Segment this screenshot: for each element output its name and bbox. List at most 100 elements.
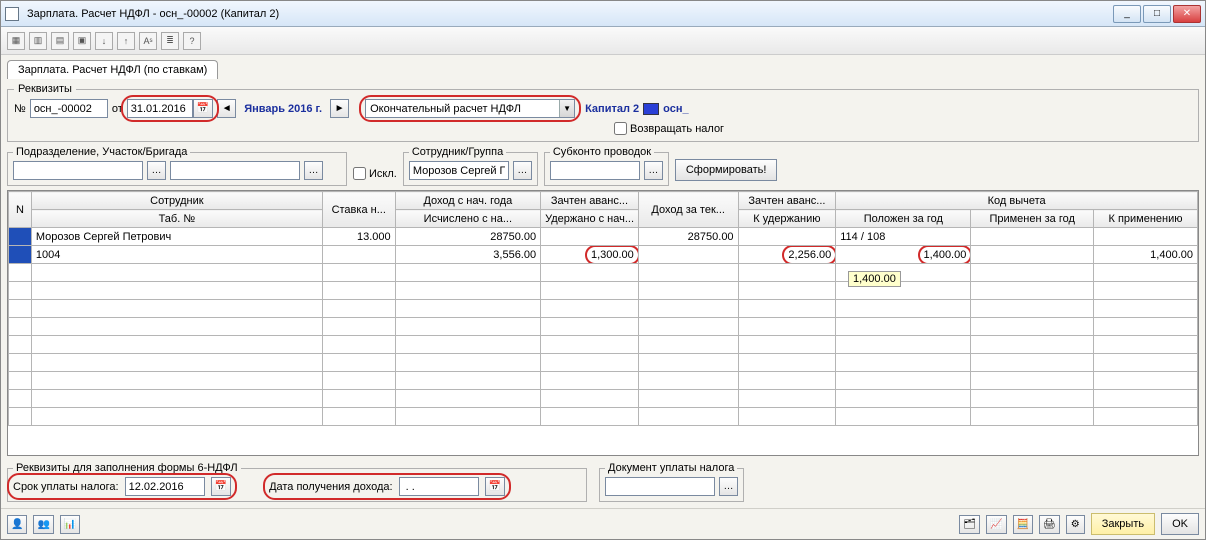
col-dohod-tek[interactable]: Доход за тек... <box>638 192 738 228</box>
subkonto-input[interactable] <box>550 161 640 180</box>
table-row[interactable] <box>9 390 1198 408</box>
period-prev-icon[interactable]: ◄ <box>217 99 236 118</box>
toolbar-btn-7[interactable]: Aˢ <box>139 32 157 50</box>
cell-kod[interactable]: 114 / 108 <box>836 228 971 246</box>
col-kprimeneniyu[interactable]: К применению <box>1094 210 1198 228</box>
table-row[interactable]: 1004 3,556.00 1,300.00 2,256.00 1,400.00… <box>9 246 1198 264</box>
sotrudnik-input[interactable] <box>409 161 509 180</box>
col-polozhen[interactable]: Положен за год <box>836 210 971 228</box>
row-select[interactable] <box>9 228 32 246</box>
iskl-check[interactable] <box>353 167 366 180</box>
table-row[interactable] <box>9 300 1198 318</box>
table-row[interactable] <box>9 372 1198 390</box>
cell-tabno[interactable]: 1004 <box>31 246 322 264</box>
close-button[interactable]: Закрыть <box>1091 513 1155 535</box>
table-row[interactable]: Морозов Сергей Петрович 13.000 28750.00 … <box>9 228 1198 246</box>
cell-polozhen[interactable]: 1,400.00 <box>836 246 971 264</box>
subkonto-legend: Субконто проводок <box>550 146 654 158</box>
bottom-icon-5[interactable]: 📈 <box>986 515 1006 534</box>
toolbar-btn-3[interactable]: ▤ <box>51 32 69 50</box>
cell-zachten2[interactable] <box>738 228 836 246</box>
doc-tax-input[interactable] <box>605 477 715 496</box>
table-row[interactable] <box>9 408 1198 426</box>
bottom-icon-6[interactable]: 🧮 <box>1013 515 1033 534</box>
table-row[interactable] <box>9 336 1198 354</box>
return-tax-check[interactable] <box>614 122 627 135</box>
sotrudnik-pick-icon[interactable]: … <box>513 161 532 180</box>
table-row[interactable] <box>9 264 1198 282</box>
floating-edit-cell[interactable]: 1,400.00 <box>848 271 901 287</box>
col-tabno[interactable]: Таб. № <box>31 210 322 228</box>
srok-input[interactable] <box>125 477 205 496</box>
maximize-button[interactable]: □ <box>1143 5 1171 23</box>
table-row[interactable] <box>9 354 1198 372</box>
cell-kprim[interactable] <box>1094 228 1198 246</box>
tab-main[interactable]: Зарплата. Расчет НДФЛ (по ставкам) <box>7 60 218 79</box>
bottom-icon-3[interactable]: 📊 <box>60 515 80 534</box>
col-dohod-god[interactable]: Доход с нач. года <box>395 192 541 210</box>
datapol-label: Дата получения дохода: <box>269 481 393 493</box>
cell-kuderzh[interactable]: 2,256.00 <box>738 246 836 264</box>
build-button[interactable]: Сформировать! <box>675 159 778 181</box>
cell-dohod-god[interactable]: 28750.00 <box>395 228 541 246</box>
col-zachten2[interactable]: Зачтен аванс... <box>738 192 836 210</box>
minimize-button[interactable]: _ <box>1113 5 1141 23</box>
col-primenen[interactable]: Применен за год <box>971 210 1094 228</box>
datapol-picker-icon[interactable]: 📅 <box>485 477 505 496</box>
srok-picker-icon[interactable]: 📅 <box>211 477 231 496</box>
bottom-icon-1[interactable]: 👤 <box>7 515 27 534</box>
col-uderzhano[interactable]: Удержано с нач... <box>541 210 639 228</box>
cell-zachten1[interactable] <box>541 228 639 246</box>
col-kod-vycheta[interactable]: Код вычета <box>836 192 1198 210</box>
cell-empty[interactable] <box>638 246 738 264</box>
col-stavka[interactable]: Ставка н... <box>322 192 395 228</box>
ok-button[interactable]: OK <box>1161 513 1199 535</box>
cell-stavka[interactable]: 13.000 <box>322 228 395 246</box>
uchastok-input[interactable] <box>170 161 300 180</box>
cell-kprimeneniyu[interactable]: 1,400.00 <box>1094 246 1198 264</box>
iskl-checkbox[interactable]: Искл. <box>353 167 397 180</box>
doc-tax-pick-icon[interactable]: … <box>719 477 738 496</box>
calc-type-combo[interactable]: ▼ <box>365 99 575 118</box>
col-kuderzh[interactable]: К удержанию <box>738 210 836 228</box>
table-row[interactable] <box>9 282 1198 300</box>
toolbar-btn-5[interactable]: ↓ <box>95 32 113 50</box>
close-window-button[interactable]: ✕ <box>1173 5 1201 23</box>
cell-uderzhano[interactable]: 1,300.00 <box>541 246 639 264</box>
date-input[interactable] <box>127 99 193 118</box>
toolbar-btn-2[interactable]: ▥ <box>29 32 47 50</box>
col-sotrudnik[interactable]: Сотрудник <box>31 192 322 210</box>
period-next-icon[interactable]: ► <box>330 99 349 118</box>
toolbar-btn-1[interactable]: ▦ <box>7 32 25 50</box>
cell-primenen[interactable] <box>971 228 1094 246</box>
date-picker-icon[interactable]: 📅 <box>193 99 213 118</box>
cell-ischisleno[interactable]: 3,556.00 <box>395 246 541 264</box>
cell-dohod-tek[interactable]: 28750.00 <box>638 228 738 246</box>
toolbar-btn-6[interactable]: ↑ <box>117 32 135 50</box>
cell-empty[interactable] <box>322 246 395 264</box>
cell-sotrudnik[interactable]: Морозов Сергей Петрович <box>31 228 322 246</box>
toolbar-btn-8[interactable]: ≣ <box>161 32 179 50</box>
table-row[interactable] <box>9 318 1198 336</box>
bottom-icon-2[interactable]: 👥 <box>33 515 53 534</box>
toolbar-help-icon[interactable]: ? <box>183 32 201 50</box>
col-n[interactable]: N <box>9 192 32 228</box>
col-zachten1[interactable]: Зачтен аванс... <box>541 192 639 210</box>
calc-type-input[interactable] <box>366 100 559 117</box>
cell-primenen[interactable] <box>971 246 1094 264</box>
subkonto-pick-icon[interactable]: … <box>644 161 663 180</box>
podrazdelenie-pick-icon[interactable]: … <box>147 161 166 180</box>
return-tax-checkbox[interactable]: Возвращать налог <box>614 122 724 135</box>
row-select[interactable] <box>9 246 32 264</box>
bottom-icon-7[interactable]: 🖨 <box>1039 515 1060 534</box>
grid[interactable]: N Сотрудник Ставка н... Доход с нач. год… <box>7 190 1199 456</box>
datapol-input[interactable] <box>399 477 479 496</box>
podrazdelenie-input[interactable] <box>13 161 143 180</box>
bottom-icon-4[interactable]: 🗂 <box>959 515 980 534</box>
toolbar-btn-4[interactable]: ▣ <box>73 32 91 50</box>
col-ischisleno[interactable]: Исчислено с на... <box>395 210 541 228</box>
bottom-icon-8[interactable]: ⚙ <box>1066 515 1085 534</box>
dropdown-icon[interactable]: ▼ <box>559 100 574 117</box>
number-input[interactable] <box>30 99 108 118</box>
uchastok-pick-icon[interactable]: … <box>304 161 323 180</box>
